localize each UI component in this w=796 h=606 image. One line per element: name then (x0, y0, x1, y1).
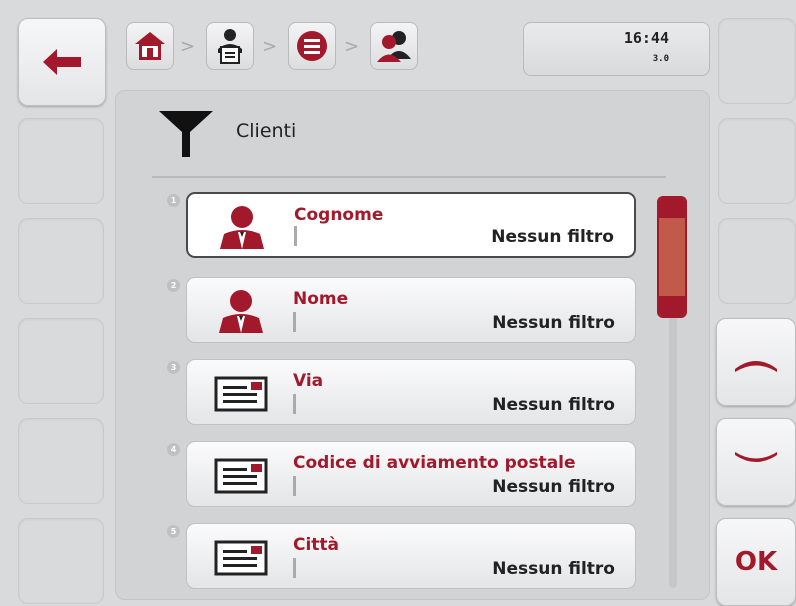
ok-button[interactable]: OK (716, 518, 796, 606)
row-title: Via (293, 371, 324, 391)
row-value: Nessun filtro (491, 227, 614, 247)
back-button[interactable] (18, 18, 106, 106)
softkey-left-6[interactable] (18, 518, 104, 604)
row-number-badge: 3 (167, 361, 180, 374)
text-cursor (293, 312, 296, 332)
softkey-left-2[interactable] (18, 118, 104, 204)
softkey-left-5[interactable] (18, 418, 104, 504)
filter-icon (159, 111, 213, 157)
header-divider (152, 176, 666, 178)
row-title: Codice di avviamento postale (293, 453, 576, 473)
breadcrumb-separator: > (180, 36, 196, 57)
breadcrumb-terminal-user[interactable] (206, 22, 254, 70)
row-number-badge: 4 (167, 443, 180, 456)
scroll-thumb-top-cap (659, 198, 685, 218)
arrow-left-icon (43, 49, 81, 75)
status-clock: 16:44 3.0 (523, 22, 710, 76)
row-title: Nome (293, 289, 349, 309)
row-value: Nessun filtro (492, 313, 615, 333)
breadcrumb-customers[interactable] (370, 22, 418, 70)
person-icon (219, 290, 263, 333)
text-cursor (293, 476, 296, 496)
scroll-down-button[interactable] (716, 418, 796, 506)
list-item[interactable]: Città Nessun filtro (186, 523, 636, 589)
row-number-badge: 5 (167, 525, 180, 538)
softkey-right-1[interactable] (718, 18, 796, 104)
row-value: Nessun filtro (492, 395, 615, 415)
list-item[interactable]: Via Nessun filtro (186, 359, 636, 425)
list-item[interactable]: Codice di avviamento postale Nessun filtr… (186, 441, 636, 507)
row-title: Cognome (294, 205, 384, 225)
terminal-user-icon (218, 29, 242, 64)
softkey-left-3[interactable] (18, 218, 104, 304)
list-item[interactable]: Nome Nessun filtro (186, 277, 636, 343)
scroll-up-button[interactable] (716, 318, 796, 406)
row-value: Nessun filtro (492, 477, 615, 497)
row-title: Città (293, 535, 340, 555)
scrollbar-thumb[interactable] (657, 196, 687, 318)
version-label: 3.0 (652, 54, 669, 64)
home-icon (135, 32, 165, 60)
chevron-up-icon (735, 361, 777, 372)
customers-icon (377, 31, 411, 62)
breadcrumb-separator: > (262, 36, 278, 57)
breadcrumb-menu[interactable] (288, 22, 336, 70)
text-field-icon (214, 376, 268, 412)
text-cursor (294, 226, 297, 246)
row-number-badge: 2 (167, 279, 180, 292)
list-item[interactable]: Cognome Nessun filtro (186, 192, 636, 258)
row-value: Nessun filtro (492, 559, 615, 579)
text-cursor (293, 558, 296, 578)
softkey-right-3[interactable] (718, 218, 796, 304)
softkey-left-4[interactable] (18, 318, 104, 404)
scroll-thumb-bottom-cap (659, 296, 685, 316)
breadcrumb-home[interactable] (126, 22, 174, 70)
text-cursor (293, 394, 296, 414)
menu-list-icon (297, 31, 327, 61)
clock-time: 16:44 (623, 29, 669, 47)
breadcrumb-separator: > (344, 36, 360, 57)
row-number-badge: 1 (167, 194, 180, 207)
ok-label: OK (734, 547, 778, 577)
person-icon (220, 206, 264, 249)
softkey-right-2[interactable] (718, 118, 796, 204)
page-title: Clienti (236, 120, 297, 142)
text-field-icon (214, 540, 268, 576)
text-field-icon (214, 458, 268, 494)
chevron-down-icon (735, 452, 777, 462)
